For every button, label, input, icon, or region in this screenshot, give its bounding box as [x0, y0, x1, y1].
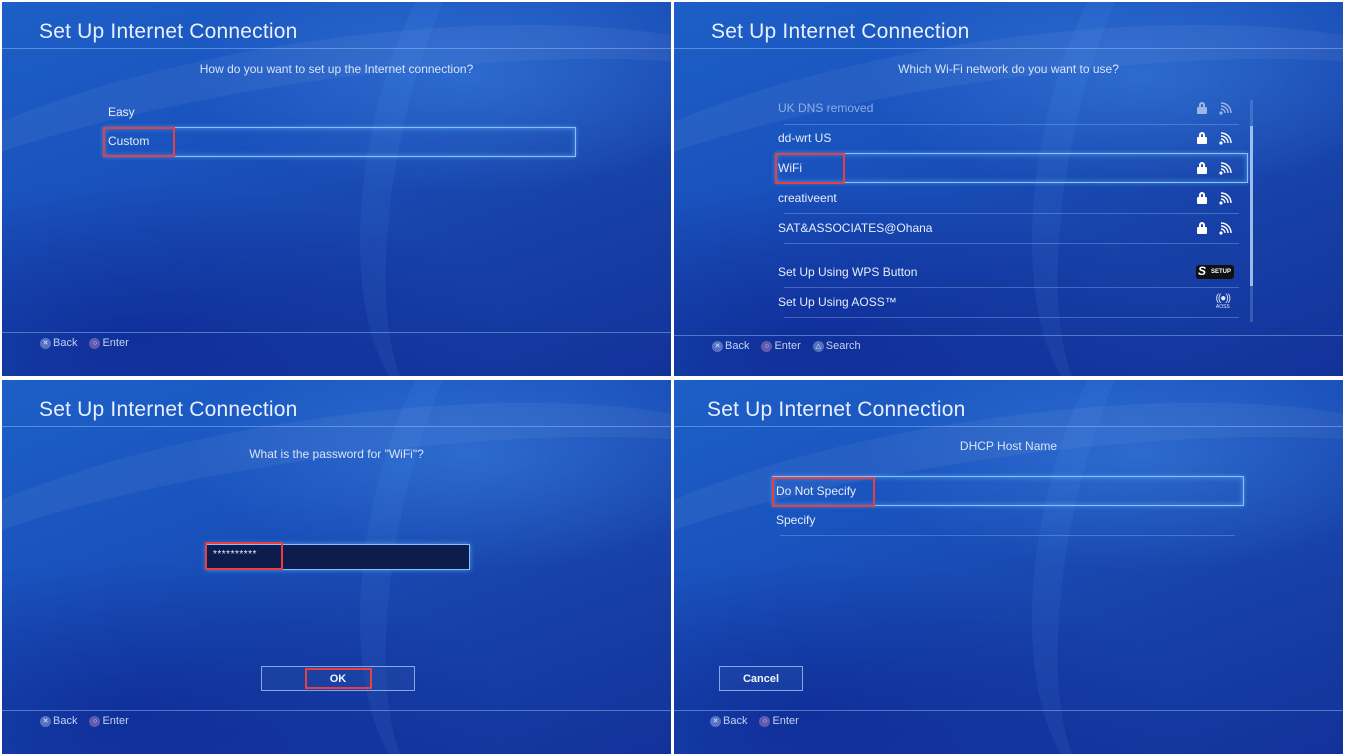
wifi-signal-icon: [1219, 131, 1232, 145]
network-item[interactable]: SAT&ASSOCIATES@Ohana: [778, 213, 1248, 243]
screen-password: Set Up Internet Connection What is the p…: [2, 380, 671, 754]
scrollbar[interactable]: [1250, 100, 1253, 322]
annotation-highlight: [305, 668, 372, 689]
hint-enter[interactable]: ○ Enter: [759, 715, 799, 727]
screen-title: Set Up Internet Connection: [711, 20, 970, 43]
cross-button-icon: ✕: [40, 337, 51, 349]
option-specify[interactable]: Specify: [776, 513, 815, 527]
option-easy[interactable]: Easy: [108, 105, 135, 119]
title-divider: [674, 426, 1343, 427]
scrollbar-thumb[interactable]: [1250, 126, 1253, 286]
network-item[interactable]: creativeent: [778, 183, 1248, 213]
screen-prompt: Which Wi-Fi network do you want to use?: [898, 62, 1119, 76]
lock-icon: [1197, 162, 1207, 174]
button-hints: ✕ Back ○ Enter △ Search: [712, 340, 861, 352]
footer-divider: [2, 332, 671, 333]
annotation-highlight: [205, 542, 283, 570]
circle-button-icon: ○: [761, 340, 773, 352]
setup-aoss-button[interactable]: Set Up Using AOSS™ ((●)) AOSS: [778, 287, 1248, 317]
title-divider: [2, 426, 671, 427]
screen-connection-method: Set Up Internet Connection How do you wa…: [2, 2, 671, 376]
hint-enter[interactable]: ○ Enter: [761, 340, 801, 352]
screen-prompt: How do you want to set up the Internet c…: [199, 62, 474, 76]
setup-wps-button[interactable]: Set Up Using WPS Button SETUP: [778, 257, 1248, 287]
network-item[interactable]: dd-wrt US: [778, 123, 1248, 153]
wifi-signal-icon: [1219, 101, 1232, 115]
hint-enter[interactable]: ○ Enter: [89, 337, 129, 349]
title-divider: [674, 48, 1343, 49]
cancel-button[interactable]: Cancel: [719, 666, 803, 691]
annotation-highlight: [775, 153, 845, 184]
screen-title: Set Up Internet Connection: [39, 398, 298, 421]
annotation-highlight: [772, 477, 875, 507]
footer-divider: [674, 335, 1343, 336]
screen-title: Set Up Internet Connection: [39, 20, 298, 43]
circle-button-icon: ○: [759, 715, 771, 727]
circle-button-icon: ○: [89, 715, 101, 727]
wps-setup-icon: SETUP: [1196, 264, 1234, 279]
button-hints: ✕ Back ○ Enter: [40, 715, 129, 727]
screen-dhcp-host-name: Set Up Internet Connection DHCP Host Nam…: [674, 380, 1343, 754]
wifi-signal-icon: [1219, 161, 1232, 175]
hint-back[interactable]: ✕ Back: [40, 715, 77, 727]
hint-back[interactable]: ✕ Back: [40, 337, 77, 349]
circle-button-icon: ○: [89, 337, 101, 349]
annotation-highlight: [103, 127, 175, 157]
wifi-signal-icon: [1219, 191, 1232, 205]
row-divider: [784, 243, 1239, 244]
lock-icon: [1197, 102, 1207, 114]
cross-button-icon: ✕: [40, 715, 51, 727]
hint-search[interactable]: △ Search: [812, 340, 861, 352]
hint-back[interactable]: ✕ Back: [712, 340, 749, 352]
title-divider: [2, 48, 671, 49]
row-divider: [784, 317, 1239, 318]
screen-title: Set Up Internet Connection: [707, 398, 966, 421]
cross-button-icon: ✕: [710, 715, 721, 727]
lock-icon: [1197, 132, 1207, 144]
triangle-button-icon: △: [812, 340, 824, 352]
wifi-signal-icon: [1219, 221, 1232, 235]
button-hints: ✕ Back ○ Enter: [710, 715, 799, 727]
screen-wifi-network: Set Up Internet Connection Which Wi-Fi n…: [674, 2, 1343, 376]
button-hints: ✕ Back ○ Enter: [40, 337, 129, 349]
screen-prompt: DHCP Host Name: [959, 439, 1058, 453]
hint-back[interactable]: ✕ Back: [710, 715, 747, 727]
network-item-selected[interactable]: WiFi: [778, 153, 1248, 183]
network-item[interactable]: UK DNS removed: [778, 93, 1248, 123]
lock-icon: [1197, 222, 1207, 234]
row-divider: [780, 535, 1235, 536]
footer-divider: [2, 710, 671, 711]
screen-prompt: What is the password for "WiFi"?: [249, 447, 424, 461]
aoss-icon: ((●)) AOSS: [1215, 293, 1231, 311]
footer-divider: [674, 710, 1343, 711]
lock-icon: [1197, 192, 1207, 204]
cross-button-icon: ✕: [712, 340, 723, 352]
hint-enter[interactable]: ○ Enter: [89, 715, 129, 727]
